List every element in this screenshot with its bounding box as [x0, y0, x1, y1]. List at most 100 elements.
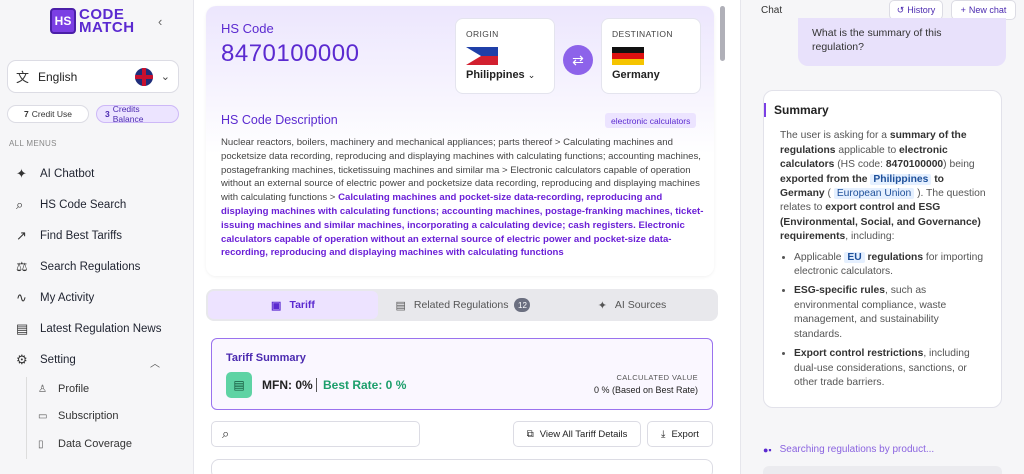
card-icon: ▭	[38, 410, 48, 422]
collapse-sidebar-icon[interactable]: ‹	[158, 14, 162, 29]
product-tag: electronic calculators	[605, 113, 697, 128]
document-icon: ▯	[38, 438, 44, 450]
count-badge: 12	[514, 298, 531, 312]
sidebar-subitem-label: Subscription	[58, 410, 119, 422]
list-item: Export control restrictions, including d…	[794, 347, 987, 390]
philippines-flag-icon	[466, 47, 498, 65]
sidebar-item-hs-code-search[interactable]: ⌕ HS Code Search	[16, 195, 126, 215]
loading-dots-icon: ●▪	[763, 444, 772, 455]
chat-title: Chat	[761, 5, 783, 16]
sidebar-item-label: Find Best Tariffs	[40, 230, 123, 242]
origin-country: Philippines ⌄	[466, 69, 544, 81]
tab-label: Related Regulations	[413, 299, 509, 311]
receipt-icon: ▣	[271, 299, 282, 312]
calculated-value-label: CALCULATED VALUE	[616, 373, 698, 382]
sidebar-subitem-data-coverage[interactable]: ▯ Data Coverage	[38, 435, 132, 453]
trend-chart-icon: ↗	[16, 228, 27, 243]
user-icon: ♙	[38, 383, 47, 395]
destination-label: DESTINATION	[612, 29, 673, 39]
credit-balance-badge[interactable]: 3 Credits Balance	[96, 104, 179, 124]
sidebar-item-find-best-tariffs[interactable]: ↗ Find Best Tariffs	[16, 226, 122, 246]
description-title: HS Code Description	[221, 113, 338, 127]
assistant-message: Summary The user is asking for a summary…	[763, 90, 1002, 408]
credit-use-badge: 7 Credit Use	[7, 105, 89, 123]
sidebar-item-ai-chatbot[interactable]: ✦ AI Chatbot	[16, 164, 94, 184]
tariff-summary-card: Tariff Summary ▤ MFN: 0% Best Rate: 0 % …	[211, 338, 713, 410]
calculated-value: 0 % (Based on Best Rate)	[593, 385, 698, 395]
best-rate: Best Rate: 0 %	[323, 378, 407, 392]
translate-icon: 文	[16, 70, 30, 85]
sidebar-item-my-activity[interactable]: ∿ My Activity	[16, 288, 94, 308]
origin-box[interactable]: ORIGIN Philippines ⌄	[455, 18, 555, 94]
search-icon: ⌕	[16, 197, 24, 212]
description-body: Nuclear reactors, boilers, machinery and…	[221, 136, 705, 260]
plus-icon: +	[960, 5, 966, 15]
answer-title: Summary	[764, 103, 987, 118]
tariff-summary-title: Tariff Summary	[226, 352, 306, 364]
mfn-rate: MFN: 0%	[262, 378, 313, 392]
sparkles-icon: ✦	[16, 166, 27, 181]
scrollbar[interactable]	[720, 6, 725, 61]
chevron-up-icon[interactable]: ︿	[150, 355, 160, 370]
export-button[interactable]: ⤓ Export	[647, 421, 713, 447]
receipt-icon: ▤	[226, 372, 252, 398]
sidebar-item-search-regulations[interactable]: ⚖ Search Regulations	[16, 257, 140, 277]
sidebar-subitem-subscription[interactable]: ▭ Subscription	[38, 407, 119, 425]
answer-list: Applicable EU regulations for importing …	[780, 251, 987, 391]
sidebar-item-latest-regulation-news[interactable]: ▤ Latest Regulation News	[16, 319, 161, 339]
sidebar-item-label: Search Regulations	[40, 261, 141, 273]
tariff-search: ⌕	[211, 421, 420, 447]
view-all-tariff-details-button[interactable]: ⧉ View All Tariff Details	[513, 421, 641, 447]
uk-flag-icon	[134, 67, 153, 86]
button-label: New chat	[968, 5, 1007, 15]
history-icon: ↺	[896, 4, 905, 15]
button-label: History	[907, 5, 936, 15]
sidebar-subitem-profile[interactable]: ♙ Profile	[38, 380, 89, 398]
newspaper-icon: ▤	[16, 321, 29, 336]
button-label: View All Tariff Details	[539, 428, 628, 440]
answer-paragraph: The user is asking for a summary of the …	[780, 130, 986, 243]
tab-tariff[interactable]: ▣ Tariff	[208, 291, 378, 319]
origin-label: ORIGIN	[466, 29, 499, 39]
credit-use-count: 7	[24, 109, 29, 119]
language-selector[interactable]: 文 English ⌄	[7, 60, 179, 93]
searching-label: Searching regulations by product...	[779, 444, 935, 455]
credit-balance-count: 3	[105, 109, 110, 119]
new-chat-button[interactable]: + New chat	[951, 0, 1016, 20]
tariff-details-card	[211, 459, 713, 474]
chevron-down-icon: ⌄	[160, 71, 170, 83]
user-message: What is the summary of this regulation?	[798, 18, 1006, 66]
app: HS CODE MATCH ‹ 文 English ⌄ 7 Credit Use…	[0, 0, 1024, 474]
logo-line2: MATCH	[79, 19, 135, 36]
destination-box[interactable]: DESTINATION Germany	[601, 18, 701, 94]
hs-code-label: HS Code	[221, 21, 274, 36]
sidebar-item-label: Latest Regulation News	[40, 323, 162, 335]
sidebar-item-label: AI Chatbot	[40, 168, 95, 180]
search-icon: ⌕	[222, 426, 230, 441]
submenu-line	[26, 377, 27, 459]
chevron-down-icon: ⌄	[527, 70, 536, 80]
hs-code-card: HS Code 8470100000 ORIGIN Philippines ⌄ …	[206, 6, 714, 276]
sidebar-item-label: HS Code Search	[40, 199, 127, 211]
logo-mark: HS	[50, 8, 76, 34]
download-icon: ⤓	[661, 428, 666, 440]
document-icon: ▤	[395, 299, 406, 312]
tab-related-regulations[interactable]: ▤ Related Regulations 12	[378, 291, 548, 319]
logo[interactable]: HS CODE MATCH	[50, 7, 135, 36]
sidebar-subitem-label: Data Coverage	[58, 438, 132, 450]
trade-route: ORIGIN Philippines ⌄ ⇄ DESTINATION Germa…	[455, 18, 703, 96]
menu-section-title: ALL MENUS	[9, 139, 57, 148]
scale-icon: ⚖	[16, 259, 28, 274]
sidebar-item-setting[interactable]: ⚙ Setting	[16, 350, 76, 370]
tab-ai-sources[interactable]: ✦ AI Sources	[548, 291, 716, 319]
tab-label: Tariff	[289, 299, 315, 311]
sidebar: HS CODE MATCH ‹ 文 English ⌄ 7 Credit Use…	[0, 0, 194, 474]
list-item: Applicable EU regulations for importing …	[794, 251, 987, 280]
chat-input-area[interactable]	[763, 466, 1002, 474]
swap-arrows-icon[interactable]: ⇄	[563, 45, 593, 75]
history-button[interactable]: ↺ History	[889, 0, 943, 20]
sparkles-icon: ✦	[597, 299, 607, 312]
tariff-search-input[interactable]	[235, 428, 396, 440]
hs-code-value: 8470100000	[221, 40, 360, 67]
language-label: English	[38, 69, 78, 84]
